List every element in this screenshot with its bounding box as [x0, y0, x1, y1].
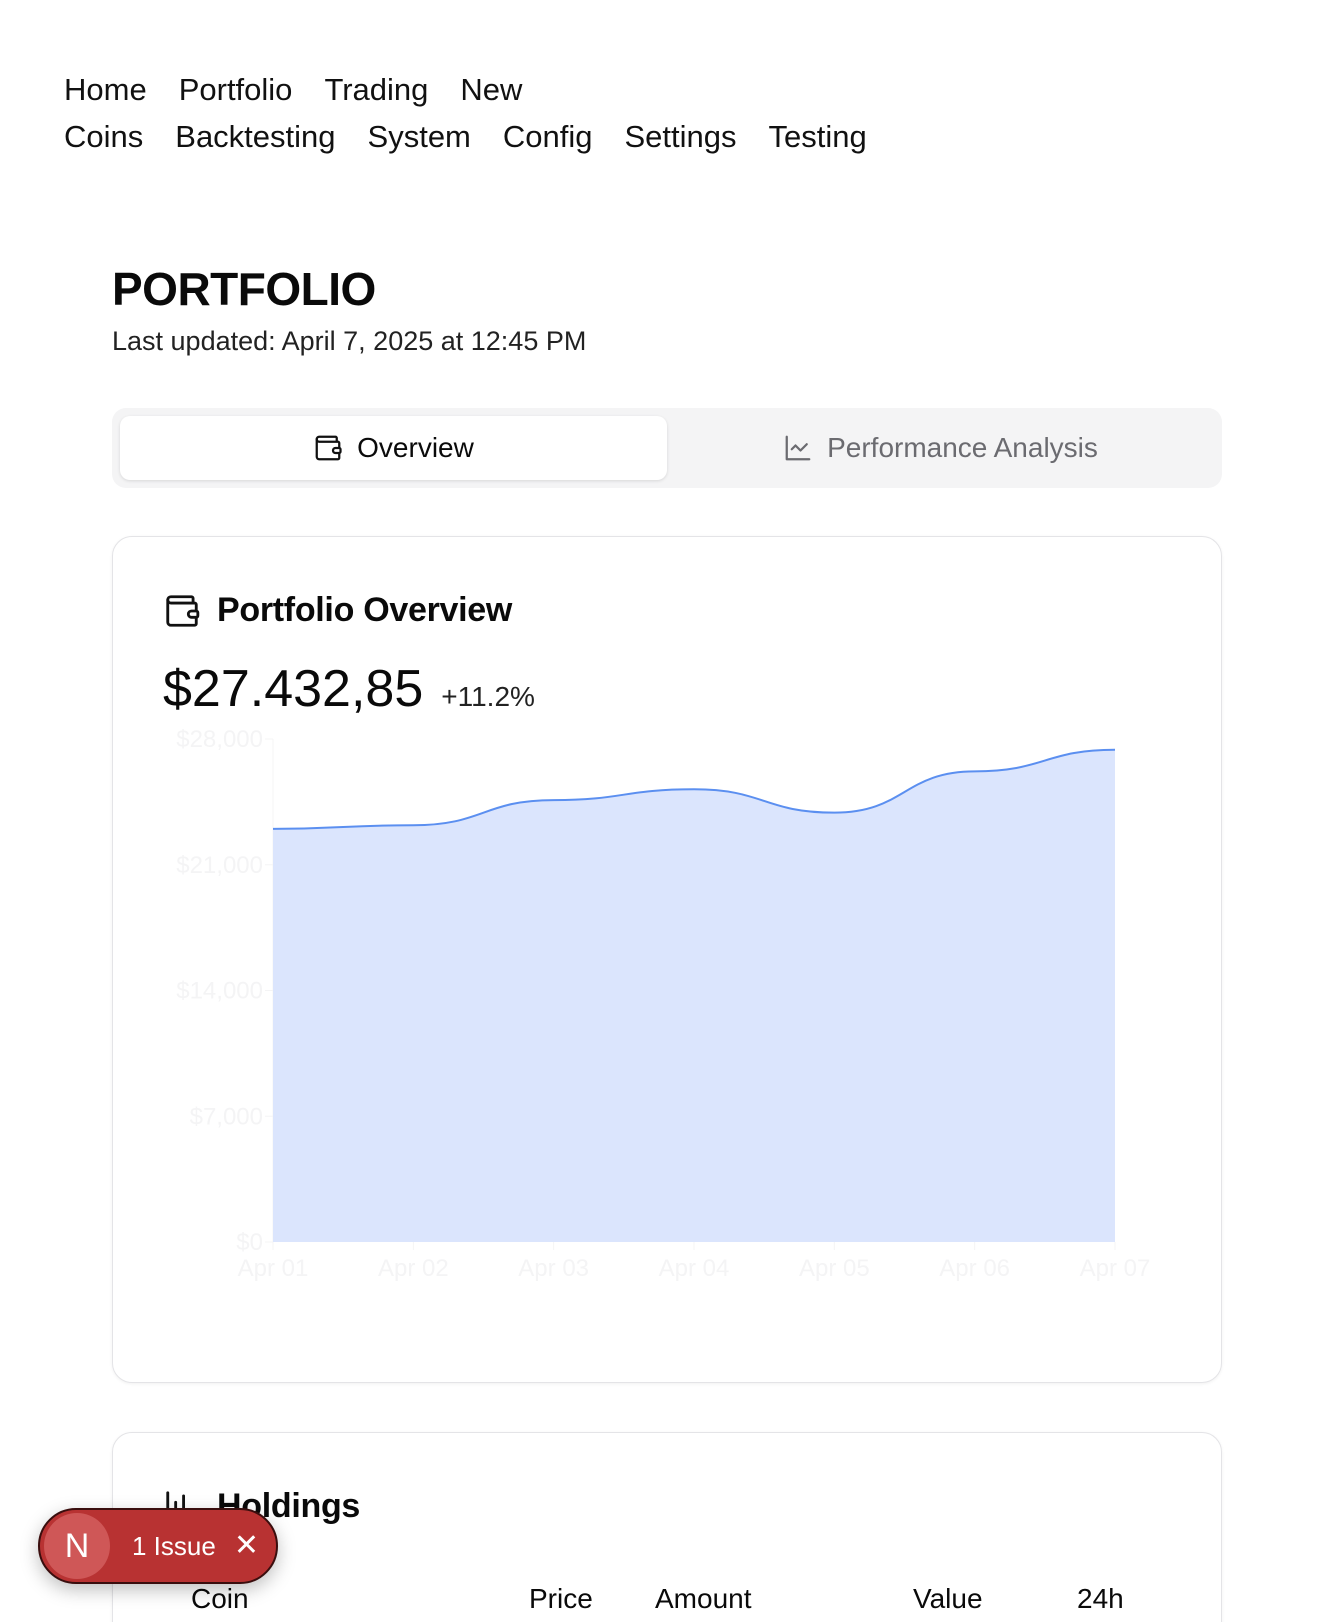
portfolio-change-percent: +11.2%: [441, 681, 535, 712]
page-title: PORTFOLIO: [112, 263, 376, 315]
portfolio-total-value: $27.432,85: [163, 660, 424, 718]
column-header-price[interactable]: Price: [529, 1583, 593, 1615]
x-tick-label: Apr 07: [1080, 1255, 1151, 1282]
overview-title-row: Portfolio Overview: [163, 591, 512, 630]
main-nav: Home Portfolio Trading New Coins Backtes…: [64, 66, 1064, 160]
x-tick-label: Apr 06: [939, 1255, 1010, 1282]
x-tick-label: Apr 05: [799, 1255, 870, 1282]
tab-performance-analysis[interactable]: Performance Analysis: [667, 416, 1214, 480]
column-header-24h[interactable]: 24h: [1077, 1583, 1124, 1615]
nav-link-new[interactable]: New: [460, 72, 522, 108]
portfolio-value-chart: $0 $7,000 $14,000 $21,000 $28,000 Apr 01 Apr 0…: [176, 727, 1151, 1282]
x-tick-label: Apr 01: [238, 1255, 309, 1282]
y-tick-label: $21,000: [176, 852, 263, 879]
portfolio-overview-card: Portfolio Overview $27.432,85 +11.2% $0 $…: [112, 536, 1222, 1383]
nextjs-logo-icon: N: [44, 1513, 110, 1579]
x-tick-label: Apr 03: [518, 1255, 589, 1282]
issue-count-label: 1 Issue: [132, 1530, 216, 1561]
nav-link-trading[interactable]: Trading: [324, 72, 428, 108]
nav-row-2: Coins Backtesting System Config Settings…: [64, 113, 1064, 160]
nav-link-system[interactable]: System: [368, 119, 471, 155]
holdings-card: Holdings Coin Price Amount Value 24h: [112, 1432, 1222, 1622]
tab-performance-label: Performance Analysis: [827, 432, 1098, 463]
column-header-value[interactable]: Value: [913, 1583, 983, 1615]
nav-link-settings[interactable]: Settings: [625, 119, 737, 155]
page-header: PORTFOLIO Last updated: April 7, 2025 at…: [112, 262, 586, 357]
tab-overview-label: Overview: [357, 432, 474, 463]
tab-overview[interactable]: Overview: [120, 416, 667, 480]
nav-link-testing[interactable]: Testing: [769, 119, 867, 155]
line-chart-icon: [785, 435, 811, 461]
last-updated-text: Last updated: April 7, 2025 at 12:45 PM: [112, 326, 587, 356]
y-tick-label: $7,000: [190, 1103, 263, 1130]
portfolio-value-row: $27.432,85 +11.2%: [163, 659, 535, 719]
close-icon[interactable]: ✕: [234, 1531, 259, 1561]
x-tick-label: Apr 02: [378, 1255, 449, 1282]
nav-link-backtesting[interactable]: Backtesting: [175, 119, 335, 155]
nav-link-portfolio[interactable]: Portfolio: [179, 72, 293, 108]
portfolio-value-area: [273, 749, 1115, 1242]
overview-title: Portfolio Overview: [217, 591, 513, 629]
column-header-amount[interactable]: Amount: [655, 1583, 752, 1615]
column-header-coin[interactable]: Coin: [191, 1583, 249, 1615]
wallet-icon: [315, 435, 342, 461]
portfolio-tabs: Overview Performance Analysis: [112, 408, 1222, 488]
x-tick-label: Apr 04: [659, 1255, 730, 1282]
y-tick-label: $14,000: [176, 978, 263, 1005]
y-tick-label: $0: [236, 1229, 263, 1256]
holdings-table-header: Coin Price Amount Value 24h: [113, 1583, 1221, 1622]
y-tick-label: $28,000: [176, 727, 263, 753]
nav-link-config[interactable]: Config: [503, 119, 593, 155]
nav-link-home[interactable]: Home: [64, 72, 147, 108]
issue-badge[interactable]: N 1 Issue ✕: [38, 1508, 278, 1584]
nav-link-coins[interactable]: Coins: [64, 119, 143, 155]
nav-row-1: Home Portfolio Trading New: [64, 66, 1064, 113]
wallet-icon: [166, 594, 200, 627]
